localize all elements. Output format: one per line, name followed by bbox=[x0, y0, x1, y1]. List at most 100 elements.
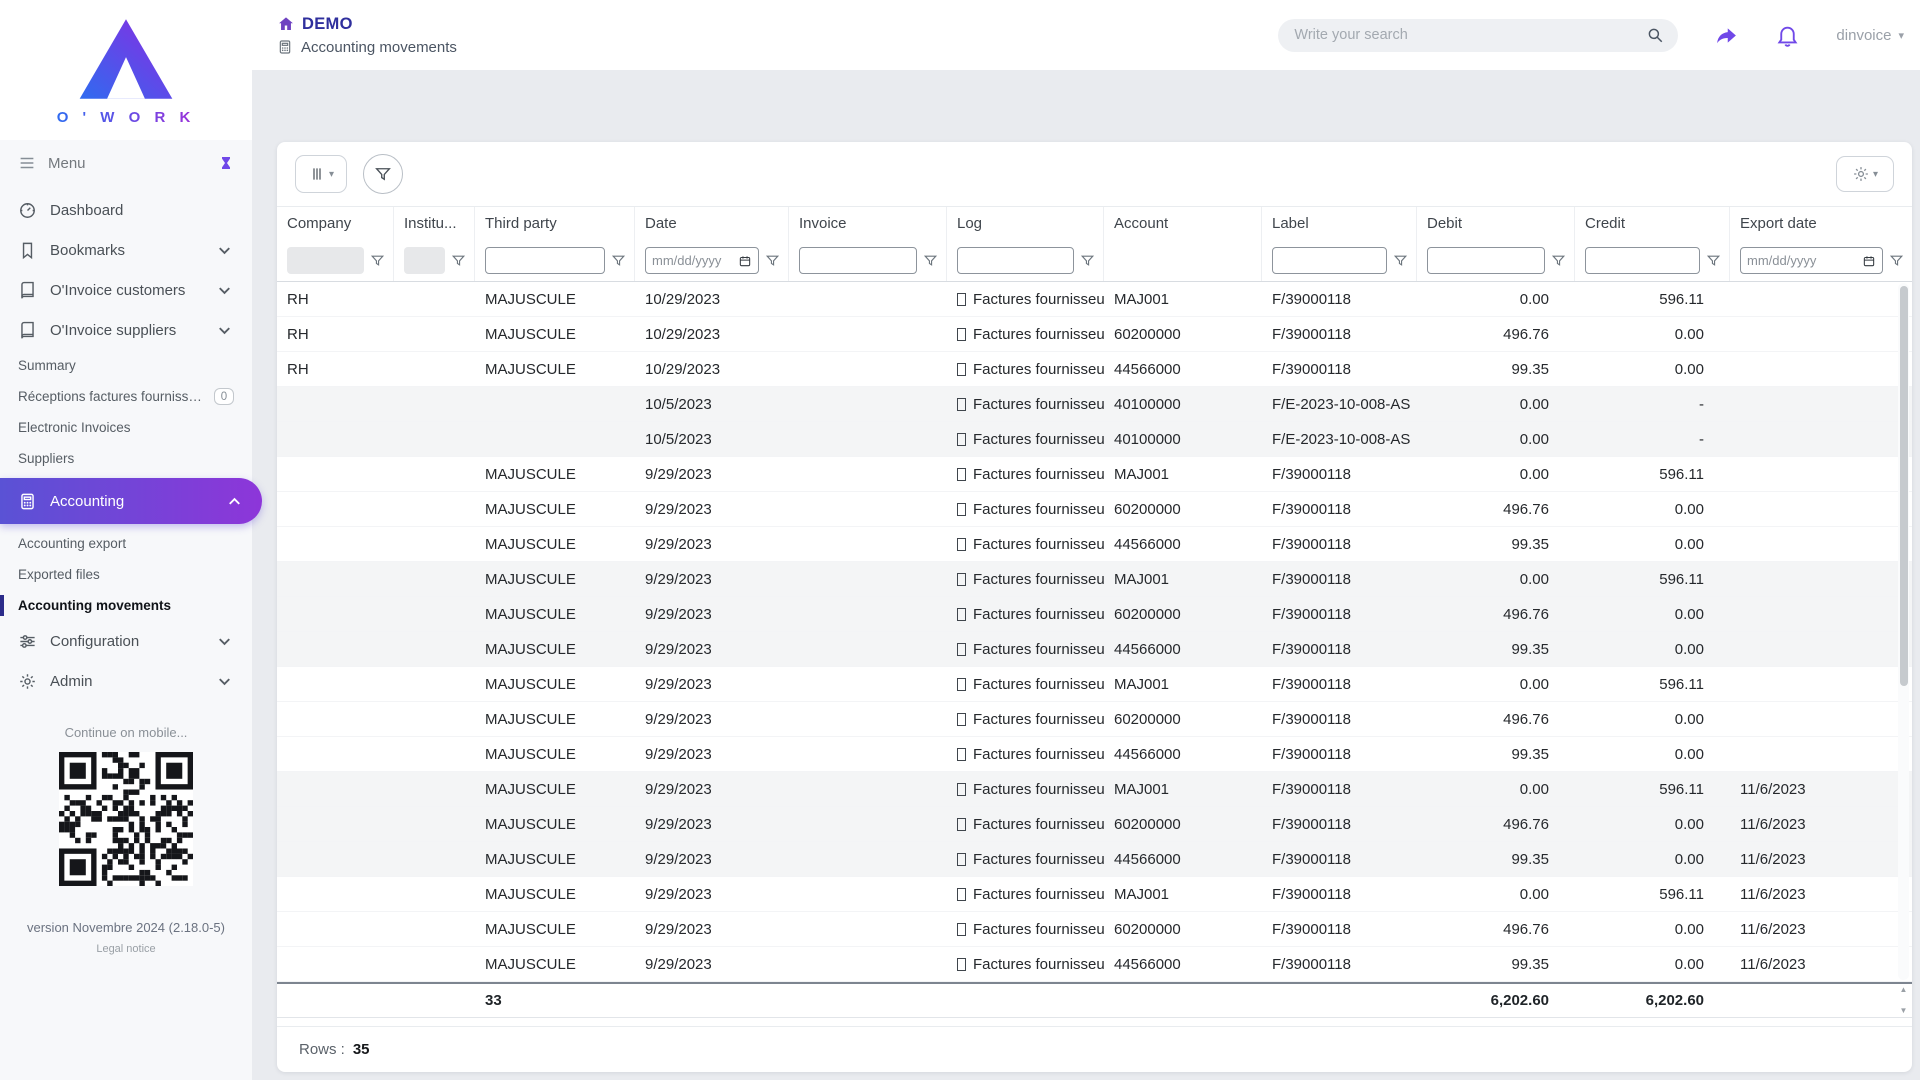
filter-input-invoice[interactable] bbox=[799, 247, 917, 274]
cell-debit: 496.76 bbox=[1417, 702, 1575, 736]
column-header-export_date[interactable]: Export date bbox=[1730, 207, 1912, 240]
table-row[interactable]: RHMAJUSCULE10/29/2023Factures fournisseu… bbox=[277, 282, 1912, 317]
cell-credit: 0.00 bbox=[1575, 737, 1730, 771]
cell-date: 9/29/2023 bbox=[635, 807, 789, 841]
table-row[interactable]: MAJUSCULE9/29/2023Factures fournisseurs4… bbox=[277, 737, 1912, 772]
search-icon[interactable] bbox=[1646, 26, 1664, 44]
sidebar-item-bookmarks[interactable]: Bookmarks bbox=[0, 230, 252, 270]
gear-icon bbox=[1852, 165, 1870, 183]
column-header-institution[interactable]: Institu... bbox=[394, 207, 475, 240]
cell-date: 9/29/2023 bbox=[635, 492, 789, 526]
sidebar-subitem-accounting-export[interactable]: Accounting export bbox=[0, 528, 252, 559]
table-row[interactable]: RHMAJUSCULE10/29/2023Factures fournisseu… bbox=[277, 352, 1912, 387]
cell-date: 9/29/2023 bbox=[635, 702, 789, 736]
sidebar-subitem-accounting-movements[interactable]: Accounting movements bbox=[0, 590, 252, 621]
scrollbar-thumb[interactable] bbox=[1900, 286, 1908, 686]
column-header-invoice[interactable]: Invoice bbox=[789, 207, 947, 240]
filter-date-export_date[interactable]: mm/dd/yyyy bbox=[1740, 247, 1883, 274]
table-row[interactable]: RHMAJUSCULE10/29/2023Factures fournisseu… bbox=[277, 317, 1912, 352]
column-header-third_party[interactable]: Third party bbox=[475, 207, 635, 240]
column-header-label[interactable]: Label bbox=[1262, 207, 1417, 240]
table-row[interactable]: MAJUSCULE9/29/2023Factures fournisseurs6… bbox=[277, 702, 1912, 737]
table-row[interactable]: 10/5/2023Factures fournisseurs40100000F/… bbox=[277, 422, 1912, 457]
column-header-company[interactable]: Company bbox=[277, 207, 394, 240]
filter-button[interactable] bbox=[363, 154, 403, 194]
sidebar-item-label: O'Invoice suppliers bbox=[50, 322, 176, 339]
sidebar-item-configuration[interactable]: Configuration bbox=[0, 621, 252, 661]
hourglass-pin-icon[interactable] bbox=[218, 155, 234, 171]
column-header-debit[interactable]: Debit bbox=[1417, 207, 1575, 240]
share-icon[interactable] bbox=[1714, 23, 1739, 48]
cell-log: Factures fournisseurs bbox=[947, 562, 1104, 596]
sidebar-subitem-electronic-invoices[interactable]: Electronic Invoices bbox=[0, 412, 252, 443]
cell-date: 9/29/2023 bbox=[635, 737, 789, 771]
breadcrumb-app[interactable]: DEMO bbox=[277, 15, 457, 34]
sidebar-subitem-exported-files[interactable]: Exported files bbox=[0, 559, 252, 590]
log-type-icon bbox=[957, 328, 966, 341]
column-header-log[interactable]: Log bbox=[947, 207, 1104, 240]
filter-input-credit[interactable] bbox=[1585, 247, 1700, 274]
table-row[interactable]: MAJUSCULE9/29/2023Factures fournisseurs4… bbox=[277, 632, 1912, 667]
cell-institution bbox=[394, 947, 475, 981]
sidebar-item-oinvoice-suppliers[interactable]: O'Invoice suppliers bbox=[0, 310, 252, 350]
filter-date-date[interactable]: mm/dd/yyyy bbox=[645, 247, 759, 274]
search-input[interactable] bbox=[1292, 26, 1646, 44]
cell-account: 44566000 bbox=[1104, 527, 1262, 561]
cell-label: F/39000118 bbox=[1262, 842, 1417, 876]
sidebar-subitem-summary[interactable]: Summary bbox=[0, 350, 252, 381]
cell-account: MAJ001 bbox=[1104, 877, 1262, 911]
log-type-icon bbox=[957, 398, 966, 411]
column-header-credit[interactable]: Credit bbox=[1575, 207, 1730, 240]
table-row[interactable]: MAJUSCULE9/29/2023Factures fournisseurs4… bbox=[277, 842, 1912, 877]
menu-toggle[interactable]: Menu bbox=[0, 140, 252, 186]
table-row[interactable]: MAJUSCULE9/29/2023Factures fournisseursM… bbox=[277, 667, 1912, 702]
table-row[interactable]: MAJUSCULE9/29/2023Factures fournisseurs4… bbox=[277, 527, 1912, 562]
table-row[interactable]: MAJUSCULE9/29/2023Factures fournisseurs6… bbox=[277, 912, 1912, 947]
table-row[interactable]: MAJUSCULE9/29/2023Factures fournisseursM… bbox=[277, 877, 1912, 912]
table-row[interactable]: MAJUSCULE9/29/2023Factures fournisseurs4… bbox=[277, 947, 1912, 982]
cell-credit: 0.00 bbox=[1575, 317, 1730, 351]
cell-debit: 99.35 bbox=[1417, 842, 1575, 876]
cell-invoice bbox=[789, 772, 947, 806]
total-date bbox=[635, 984, 789, 1017]
user-menu[interactable]: dinvoice ▾ bbox=[1836, 27, 1904, 44]
table-row[interactable]: MAJUSCULE9/29/2023Factures fournisseursM… bbox=[277, 562, 1912, 597]
scroll-up-button[interactable]: ▲ bbox=[1900, 985, 1908, 994]
table-row[interactable]: MAJUSCULE9/29/2023Factures fournisseursM… bbox=[277, 457, 1912, 492]
column-header-account[interactable]: Account bbox=[1104, 207, 1262, 240]
cell-log: Factures fournisseurs bbox=[947, 667, 1104, 701]
scroll-down-button[interactable]: ▼ bbox=[1900, 1006, 1908, 1015]
cell-label: F/E-2023-10-008-AS bbox=[1262, 387, 1417, 421]
cell-log: Factures fournisseurs bbox=[947, 527, 1104, 561]
cell-account: MAJ001 bbox=[1104, 772, 1262, 806]
cell-debit: 496.76 bbox=[1417, 317, 1575, 351]
sidebar-item-accounting[interactable]: Accounting bbox=[0, 478, 262, 524]
sidebar-item-admin[interactable]: Admin bbox=[0, 661, 252, 701]
filter-input-log[interactable] bbox=[957, 247, 1074, 274]
table-row[interactable]: MAJUSCULE9/29/2023Factures fournisseurs6… bbox=[277, 492, 1912, 527]
sidebar-item-dashboard[interactable]: Dashboard bbox=[0, 190, 252, 230]
table-row[interactable]: MAJUSCULE9/29/2023Factures fournisseursM… bbox=[277, 772, 1912, 807]
vertical-scrollbar[interactable] bbox=[1898, 283, 1909, 980]
bookmark-icon bbox=[18, 241, 37, 260]
column-chooser-button[interactable]: ▾ bbox=[295, 155, 347, 193]
filter-input-third_party[interactable] bbox=[485, 247, 605, 274]
notifications-bell-icon[interactable] bbox=[1775, 23, 1800, 48]
cell-export_date bbox=[1730, 422, 1912, 456]
table-row[interactable]: 10/5/2023Factures fournisseurs40100000F/… bbox=[277, 387, 1912, 422]
total-invoice bbox=[789, 984, 947, 1017]
settings-button[interactable]: ▾ bbox=[1836, 156, 1894, 192]
sidebar-subitem-receptions-factures-fournisseurs[interactable]: Réceptions factures fournisseurs0 bbox=[0, 381, 252, 412]
table-row[interactable]: MAJUSCULE9/29/2023Factures fournisseurs6… bbox=[277, 597, 1912, 632]
table-row[interactable]: MAJUSCULE9/29/2023Factures fournisseurs6… bbox=[277, 807, 1912, 842]
chevron-down-icon: ▾ bbox=[1898, 29, 1904, 42]
cell-third_party bbox=[475, 387, 635, 421]
cell-credit: 596.11 bbox=[1575, 877, 1730, 911]
filter-input-debit[interactable] bbox=[1427, 247, 1545, 274]
cell-date: 9/29/2023 bbox=[635, 912, 789, 946]
filter-input-label[interactable] bbox=[1272, 247, 1387, 274]
sidebar-item-oinvoice-customers[interactable]: O'Invoice customers bbox=[0, 270, 252, 310]
legal-notice-link[interactable]: Legal notice bbox=[0, 943, 252, 955]
sidebar-subitem-suppliers[interactable]: Suppliers bbox=[0, 443, 252, 474]
column-header-date[interactable]: Date bbox=[635, 207, 789, 240]
